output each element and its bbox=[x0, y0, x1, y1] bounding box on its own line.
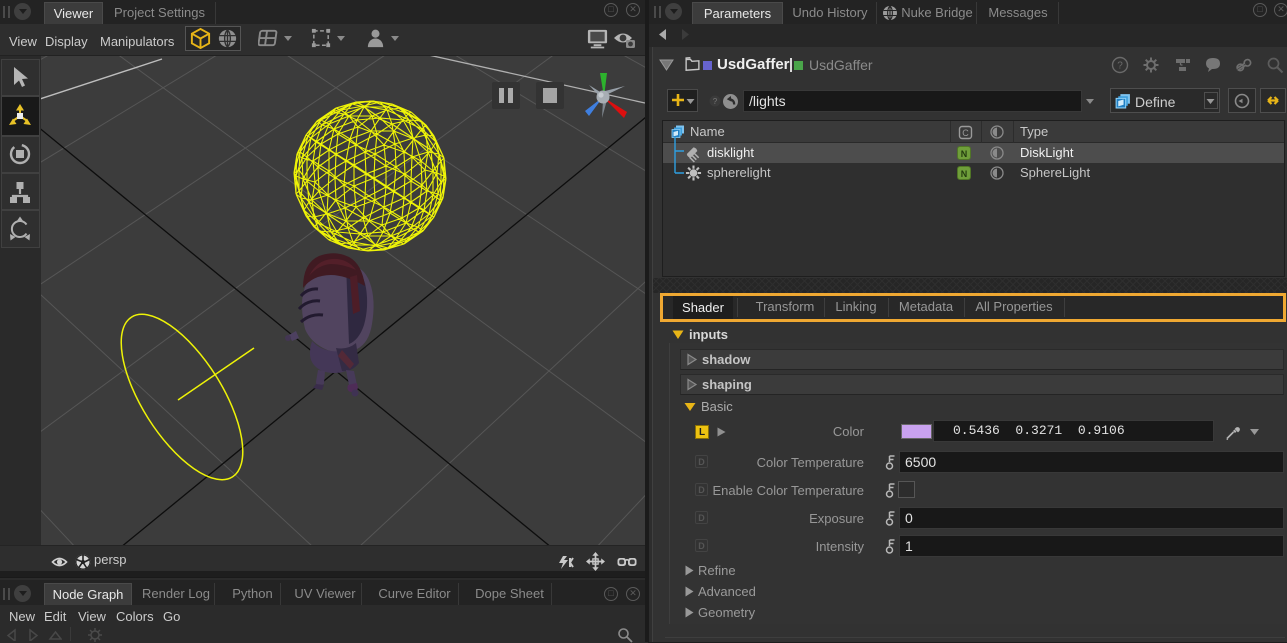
svg-text:?: ? bbox=[1117, 61, 1123, 72]
svg-text:?: ? bbox=[713, 97, 718, 106]
svg-text:C: C bbox=[962, 128, 969, 138]
